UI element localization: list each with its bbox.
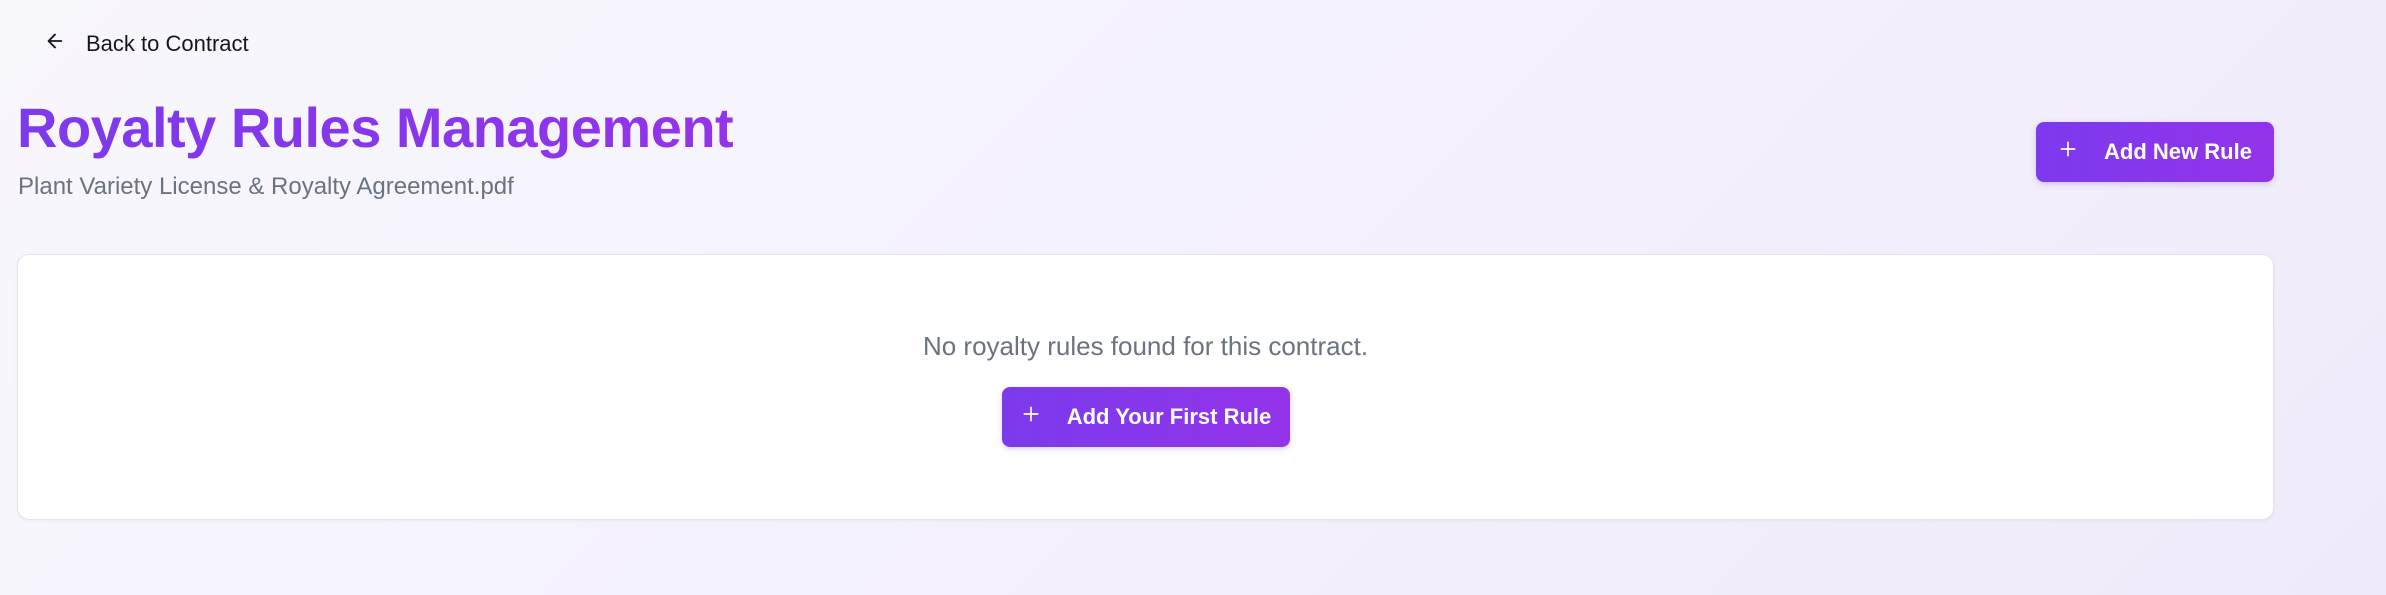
back-to-contract-link[interactable]: Back to Contract — [34, 26, 259, 62]
empty-state-message: No royalty rules found for this contract… — [922, 331, 1369, 361]
arrow-left-icon — [44, 30, 66, 58]
page-title: Royalty Rules Management — [17, 94, 734, 162]
contract-file-name: Plant Variety License & Royalty Agreemen… — [18, 173, 514, 200]
rules-card: No royalty rules found for this contract… — [17, 254, 2274, 520]
plus-icon — [1021, 404, 1041, 430]
add-first-rule-button[interactable]: Add Your First Rule — [1002, 387, 1290, 447]
plus-icon — [2058, 139, 2078, 165]
add-new-rule-button[interactable]: Add New Rule — [2036, 122, 2274, 182]
add-new-rule-label: Add New Rule — [2104, 139, 2252, 164]
back-link-label: Back to Contract — [86, 31, 249, 56]
add-first-rule-label: Add Your First Rule — [1066, 404, 1272, 429]
